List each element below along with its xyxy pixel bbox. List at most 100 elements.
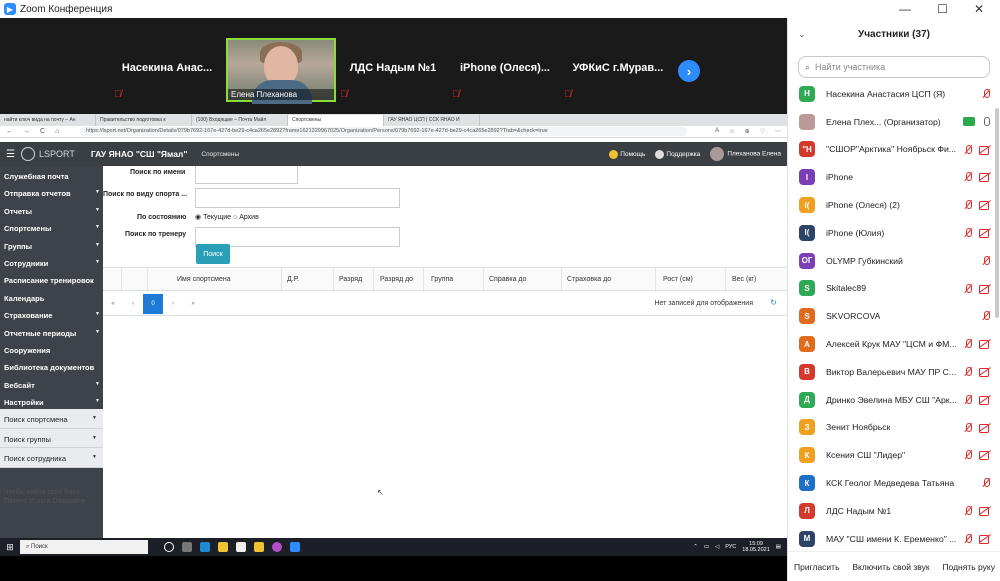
participant-row[interactable]: Елена Плех... (Организатор) [788, 108, 1000, 136]
column-header[interactable]: Страховка до [567, 276, 611, 283]
participant-row[interactable]: IiPhone [788, 163, 1000, 191]
video-tile[interactable]: УФКиС г.Мурав... 🎙̸ [562, 38, 674, 102]
browser-tab[interactable]: ГАУ ЯНАО ЦСП | ССК ЯНАО И [384, 115, 480, 126]
radio-current[interactable]: ◉ Текущие [195, 214, 231, 221]
home-icon[interactable]: ⌂ [55, 128, 59, 135]
maximize-button[interactable]: ☐ [937, 2, 948, 16]
search-athlete-panel[interactable]: Поиск спортсмена ▼ [0, 409, 103, 429]
column-header[interactable]: Группа [431, 276, 453, 283]
active-speaker-video[interactable]: Елена Плеханова [226, 38, 336, 104]
column-header[interactable]: Рост (см) [663, 276, 693, 283]
sport-search-input[interactable] [195, 188, 400, 208]
unmute-button[interactable]: Включить свой звук [852, 562, 929, 572]
participant-row[interactable]: А Алексей Крук МАУ "ЦСМ и ФМ... [788, 330, 1000, 358]
search-staff-panel[interactable]: Поиск сотрудника ▼ [0, 448, 103, 468]
sidebar-item[interactable]: Отчетные периоды ▼ [0, 323, 103, 340]
clock[interactable]: 15:09 18.05.2021 [742, 541, 770, 553]
store-icon[interactable] [236, 542, 246, 552]
video-tile[interactable]: Насекина Анас... 🎙̸ [112, 38, 222, 102]
sidebar-item[interactable]: Вебсайт ▼ [0, 375, 103, 392]
edge-icon[interactable] [200, 542, 210, 552]
sidebar-item[interactable]: Страхование ▼ [0, 305, 103, 322]
participant-row[interactable]: В Виктор Валерьевич МАУ ПР С... [788, 358, 1000, 386]
column-header[interactable]: Вес (кг) [732, 276, 756, 283]
windows-start-icon[interactable]: ⊞ [0, 542, 20, 553]
video-tile[interactable]: ЛДС Надым №1 🎙̸ [338, 38, 448, 102]
column-header[interactable]: Разряд до [380, 276, 413, 283]
scrollbar[interactable] [995, 108, 999, 318]
participant-row[interactable]: S SKVORCOVA [788, 302, 1000, 330]
back-icon[interactable]: ← [6, 128, 13, 135]
collections-icon[interactable]: ⊕ [745, 128, 750, 135]
browser-tab[interactable]: найти ключ вида на почту – Ан [0, 115, 96, 126]
invite-button[interactable]: Пригласить [794, 562, 840, 572]
participant-row[interactable]: М МАУ "СШ имени К. Еременко" ... [788, 525, 1000, 553]
participant-row[interactable]: К КСК Геолог Медведева Татьяна [788, 469, 1000, 497]
file-explorer-icon[interactable] [218, 542, 228, 552]
forward-icon[interactable]: → [23, 128, 30, 135]
help-link[interactable]: Помощь [609, 149, 645, 159]
sidebar-item[interactable]: Отправка отчетов ▼ [0, 183, 103, 200]
next-page-arrow-icon[interactable]: › [678, 60, 700, 82]
radio-archive[interactable]: ○ Архив [233, 214, 259, 221]
collapse-chevron-icon[interactable]: ⌄ [798, 29, 858, 40]
search-group-panel[interactable]: Поиск группы ▼ [0, 428, 103, 449]
participant-row[interactable]: Л ЛДС Надым №1 [788, 497, 1000, 525]
sidebar-item[interactable]: Отчеты ▼ [0, 201, 103, 218]
sidebar-item[interactable]: Сотрудники ▼ [0, 253, 103, 270]
url-field[interactable]: https://lsport.net/Organization/Details/… [80, 127, 687, 136]
current-page[interactable]: 0 [143, 293, 163, 314]
sidebar-item[interactable]: Настройки ▼ [0, 392, 103, 409]
user-menu[interactable]: Плеханова Елена [710, 147, 781, 161]
column-header[interactable]: Имя спортсмена [177, 276, 231, 283]
widgets-icon[interactable] [182, 542, 192, 552]
participant-row[interactable]: Д Дринко Эвелина МБУ СШ "Арк... [788, 386, 1000, 414]
name-search-input[interactable] [195, 166, 298, 184]
prev-page-button[interactable]: ‹ [123, 294, 143, 314]
participant-row[interactable]: З Зенит Ноябрьск [788, 414, 1000, 442]
video-tile[interactable]: iPhone (Олеся)... 🎙̸ [450, 38, 560, 102]
language-indicator[interactable]: РУС [725, 544, 736, 550]
next-page-button[interactable]: › [163, 294, 183, 314]
tray-arrow-icon[interactable]: ⌃ [693, 544, 698, 550]
sidebar-item[interactable]: Служебная почта [0, 166, 103, 183]
sidebar-item[interactable]: Библиотека документов [0, 357, 103, 374]
sidebar-item[interactable]: Расписание тренировок [0, 270, 103, 287]
sidebar-item[interactable]: Календарь [0, 288, 103, 305]
favorite-icon[interactable]: ☆ [729, 128, 734, 135]
column-header[interactable]: Разряд [339, 276, 362, 283]
close-button[interactable]: ✕ [974, 2, 984, 16]
app-logo[interactable]: LSPORT [20, 147, 75, 161]
menu-icon[interactable]: ☰ [6, 149, 15, 160]
browser-tab-active[interactable]: Спортсмены [288, 115, 384, 126]
participant-row[interactable]: ОГ OLYMP Губкинский [788, 247, 1000, 275]
folder-icon[interactable] [254, 542, 264, 552]
participant-row[interactable]: S Skitalec89 [788, 275, 1000, 303]
more-icon[interactable]: ⋯ [775, 128, 781, 135]
raise-hand-button[interactable]: Поднять руку [942, 562, 995, 572]
reload-icon[interactable]: C [40, 128, 45, 135]
notifications-icon[interactable]: ▤ [776, 544, 781, 550]
minimize-button[interactable]: — [899, 2, 911, 16]
column-header[interactable]: Д.Р. [287, 276, 299, 283]
participant-row[interactable]: "Н "СШОР"Арктика" Ноябрьск Фи... [788, 136, 1000, 164]
participant-row[interactable]: I(iPhone (Юлия) [788, 219, 1000, 247]
taskbar-search-input[interactable]: ⌕ Поиск [20, 540, 148, 554]
browser-tab[interactable]: Правительство подготовка к [96, 115, 192, 126]
participant-search-input[interactable]: ⌕ Найти участника [798, 56, 990, 78]
sidebar-item[interactable]: Спортсмены ▼ [0, 218, 103, 235]
read-aloud-icon[interactable]: A [715, 128, 719, 135]
last-page-button[interactable]: » [183, 294, 203, 314]
refresh-icon[interactable]: ↻ [770, 298, 777, 307]
participant-row[interactable]: К Ксения СШ "Лидер" [788, 441, 1000, 469]
support-link[interactable]: Поддержка [655, 149, 700, 159]
first-page-button[interactable]: « [103, 294, 123, 314]
volume-icon[interactable]: ◁ [715, 544, 719, 550]
task-view-icon[interactable] [164, 542, 174, 552]
search-button[interactable]: Поиск [196, 244, 230, 264]
sidebar-item[interactable]: Группы ▼ [0, 236, 103, 253]
zoom-taskbar-icon[interactable] [290, 542, 300, 552]
app-icon[interactable] [272, 542, 282, 552]
browser-tab[interactable]: (100) Входящие – Почта Майл [192, 115, 288, 126]
participant-row[interactable]: I(iPhone (Олеся) (2) [788, 191, 1000, 219]
